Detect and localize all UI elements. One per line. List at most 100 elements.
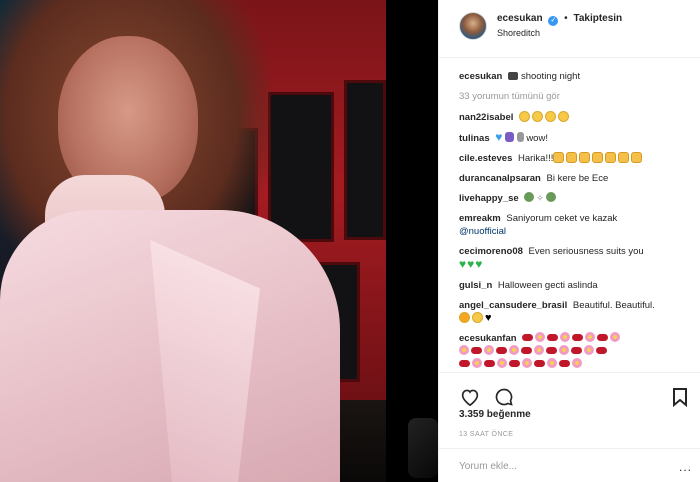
load-more-comments-link[interactable]: 33 yorumun tümünü gör bbox=[459, 90, 689, 103]
person-emoji-icon bbox=[524, 192, 535, 202]
green-heart-icon: ♥ bbox=[467, 257, 475, 271]
comment-username[interactable]: emreakm bbox=[459, 213, 501, 224]
verified-badge-icon: ✓ bbox=[548, 16, 559, 26]
location-link[interactable]: Shoreditch bbox=[497, 26, 622, 40]
list-item: emreakm Saniyorum ceket ve kazak @nuoffi… bbox=[459, 212, 689, 238]
comment-text: Harika!!! bbox=[518, 153, 554, 164]
comment-username[interactable]: cile.esteves bbox=[459, 153, 512, 164]
black-heart-icon: ♥ bbox=[485, 312, 492, 324]
lips-emoji-icon bbox=[521, 347, 532, 354]
clap-emoji-icon bbox=[579, 152, 591, 163]
green-heart-icon: ♥ bbox=[459, 257, 467, 271]
flower-emoji-icon bbox=[534, 345, 544, 355]
smile-emoji-icon bbox=[558, 111, 570, 122]
list-item: angel_cansudere_brasil Beautiful. Beauti… bbox=[459, 299, 689, 325]
post-header: ecesukan ✓ • Takiptesin Shoreditch bbox=[439, 0, 700, 58]
lips-emoji-icon bbox=[572, 334, 584, 341]
post-detail-panel: ecesukan ✓ • Takiptesin Shoreditch ecesu… bbox=[438, 0, 700, 482]
flower-emoji-icon bbox=[484, 345, 494, 355]
flower-emoji-icon bbox=[560, 332, 571, 342]
flower-emoji-icon bbox=[559, 345, 569, 355]
comment-username[interactable]: cecimoreno08 bbox=[459, 246, 523, 257]
comments-list: ecesukan shooting night 33 yorumun tümün… bbox=[439, 64, 700, 370]
comment-username[interactable]: gulsi_n bbox=[459, 280, 492, 291]
lips-emoji-icon bbox=[459, 360, 470, 367]
flower-emoji-icon bbox=[585, 332, 596, 342]
comment-username[interactable]: ecesukanfan bbox=[459, 333, 517, 344]
lips-emoji-icon bbox=[546, 347, 557, 354]
list-item: nan22isabel bbox=[459, 111, 689, 124]
blue-heart-icon: ♥ bbox=[495, 130, 503, 144]
list-item: durancanalpsaran Bi kere be Ece bbox=[459, 172, 689, 185]
photo-bus-window bbox=[268, 92, 334, 242]
sparkle-emoji-icon: ✧ bbox=[536, 193, 544, 203]
comment-text: Halloween gecti aslinda bbox=[497, 280, 598, 291]
backdrop bbox=[386, 0, 438, 482]
post-photo[interactable] bbox=[0, 0, 386, 482]
flower-emoji-icon bbox=[610, 332, 621, 342]
lips-emoji-icon bbox=[547, 334, 559, 341]
photo-bus-window bbox=[344, 80, 386, 240]
heart-icon[interactable] bbox=[459, 386, 481, 408]
lips-emoji-icon bbox=[571, 347, 582, 354]
clap-emoji-icon bbox=[631, 152, 643, 163]
caption-username[interactable]: ecesukan bbox=[459, 71, 502, 82]
comment-username[interactable]: tulinas bbox=[459, 133, 490, 144]
add-comment-bar bbox=[439, 448, 700, 482]
caption-text: shooting night bbox=[520, 71, 581, 82]
lips-emoji-icon bbox=[534, 360, 545, 367]
flower-emoji-icon bbox=[497, 358, 507, 368]
comment-username[interactable]: angel_cansudere_brasil bbox=[459, 300, 567, 311]
list-item: tulinas ♥ wow! bbox=[459, 131, 689, 145]
flower-emoji-icon bbox=[509, 345, 519, 355]
lips-emoji-icon bbox=[597, 334, 609, 341]
watermark-logo bbox=[408, 418, 438, 478]
flower-emoji-icon bbox=[472, 358, 482, 368]
header-text: ecesukan ✓ • Takiptesin Shoreditch bbox=[497, 12, 622, 40]
bookmark-icon[interactable] bbox=[669, 386, 691, 408]
clap-emoji-icon bbox=[605, 152, 617, 163]
clap-emoji-icon bbox=[553, 152, 565, 163]
comment-mention-link[interactable]: @nuofficial bbox=[459, 226, 506, 237]
follow-status-button[interactable]: Takiptesin bbox=[573, 13, 622, 24]
smile-emoji-icon bbox=[532, 111, 544, 122]
green-heart-icon: ♥ bbox=[475, 257, 483, 271]
lips-emoji-icon bbox=[596, 347, 607, 354]
list-item: ecesukanfan bbox=[459, 332, 689, 370]
heart-eyes-emoji-icon bbox=[459, 312, 470, 323]
clap-emoji-icon bbox=[618, 152, 630, 163]
camera-emoji-icon bbox=[507, 72, 518, 80]
person-emoji-icon bbox=[545, 192, 556, 202]
lips-emoji-icon bbox=[522, 334, 534, 341]
comment-text: Even seriousness suits you bbox=[528, 246, 644, 257]
woman-emoji-icon bbox=[505, 132, 515, 142]
header-username[interactable]: ecesukan bbox=[497, 13, 543, 24]
post-timestamp: 13 SAAT ÖNCE bbox=[459, 431, 514, 438]
separator-dot: • bbox=[564, 13, 568, 24]
likes-count[interactable]: 3.359 beğenme bbox=[459, 409, 531, 420]
avatar[interactable] bbox=[459, 12, 487, 40]
lips-emoji-icon bbox=[509, 360, 520, 367]
lips-emoji-icon bbox=[484, 360, 495, 367]
flower-emoji-icon bbox=[584, 345, 594, 355]
flower-emoji-icon bbox=[459, 345, 469, 355]
list-item: livehappy_se ✧ bbox=[459, 192, 689, 205]
lips-emoji-icon bbox=[559, 360, 570, 367]
more-options-icon[interactable]: ... bbox=[679, 460, 692, 474]
flower-emoji-icon bbox=[522, 358, 532, 368]
comment-icon[interactable] bbox=[493, 386, 515, 408]
flower-emoji-icon bbox=[535, 332, 546, 342]
comment-text: Beautiful. Beautiful. bbox=[572, 300, 655, 311]
smile-emoji-icon bbox=[472, 312, 483, 323]
list-item: cile.esteves Harika!!! bbox=[459, 152, 689, 165]
add-comment-input[interactable] bbox=[459, 461, 659, 472]
comment-text: Saniyorum ceket ve kazak bbox=[506, 213, 618, 224]
comment-text: wow! bbox=[526, 133, 548, 144]
comment-username[interactable]: nan22isabel bbox=[459, 112, 513, 123]
clap-emoji-icon bbox=[592, 152, 604, 163]
lips-emoji-icon bbox=[471, 347, 482, 354]
comment-username[interactable]: durancanalpsaran bbox=[459, 173, 541, 184]
comment-username[interactable]: livehappy_se bbox=[459, 193, 519, 204]
list-item: gulsi_n Halloween gecti aslinda bbox=[459, 279, 689, 292]
lips-emoji-icon bbox=[496, 347, 507, 354]
